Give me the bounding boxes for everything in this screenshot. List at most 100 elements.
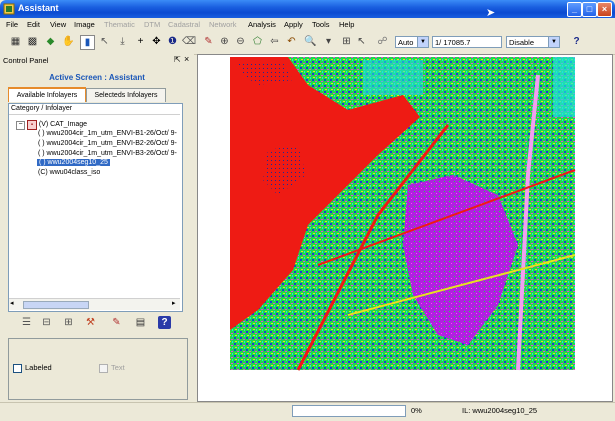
undo-icon[interactable]: ↶ bbox=[285, 35, 298, 48]
maximize-button[interactable]: □ bbox=[582, 2, 597, 17]
tools-icon[interactable]: ⚒ bbox=[84, 316, 97, 329]
zoom-out-icon[interactable]: ⊖ bbox=[234, 35, 247, 48]
scroll-left-icon[interactable]: ◂ bbox=[10, 299, 14, 307]
chart-icon[interactable]: ▮ bbox=[80, 35, 95, 50]
horizontal-scrollbar[interactable]: ◂ ▸ bbox=[9, 298, 180, 310]
tree-item[interactable]: ( ) wwu2004cir_1m_utm_ENVI-B2-26/Oct/ 9- bbox=[38, 140, 177, 147]
panel-toolbar: ☰ ⊟ ⊞ ⚒ ✎ ▤ ? bbox=[8, 316, 188, 332]
back-arrow-icon[interactable]: ⇦ bbox=[268, 35, 281, 48]
close-button[interactable]: × bbox=[597, 2, 612, 17]
collapse-icon[interactable]: − bbox=[16, 121, 25, 130]
help-icon[interactable]: ? bbox=[158, 316, 171, 329]
menu-thematic[interactable]: Thematic bbox=[104, 20, 135, 29]
tab-selected-infolayers[interactable]: Selecteds Infolayers bbox=[86, 88, 166, 102]
layer-info: IL: wwu2004seg10_25 bbox=[462, 406, 538, 415]
state-select-value: Disable bbox=[509, 38, 535, 47]
state-select[interactable]: Disable ▼ bbox=[506, 36, 560, 48]
polygon-icon[interactable]: ⬠ bbox=[251, 35, 264, 48]
table-icon[interactable]: ⊟ bbox=[40, 316, 53, 329]
tree-item[interactable]: − ▪ (V) CAT_Image bbox=[16, 120, 87, 130]
menu-help[interactable]: Help bbox=[339, 20, 354, 29]
tree-item-selected[interactable]: ( ) wwu2004seg10_25 bbox=[37, 159, 110, 166]
panel-close-icon[interactable]: × bbox=[184, 54, 189, 64]
tree-header-label: Category / Infolayer bbox=[11, 105, 73, 112]
cyan-region bbox=[363, 60, 423, 95]
grid-icon[interactable]: ▦ bbox=[9, 35, 22, 48]
menu-cadastral[interactable]: Cadastral bbox=[168, 20, 200, 29]
labeled-label: Labeled bbox=[25, 363, 52, 372]
menu-image[interactable]: Image bbox=[74, 20, 95, 29]
link-icon[interactable]: ☍ bbox=[376, 35, 389, 48]
menu-tools[interactable]: Tools bbox=[312, 20, 330, 29]
minimize-button[interactable]: _ bbox=[567, 2, 582, 17]
progress-text: 0% bbox=[411, 406, 422, 415]
map-margin bbox=[198, 388, 610, 400]
eraser-icon[interactable]: ⌫ bbox=[182, 35, 196, 48]
tree-item-label: ( ) wwu2004seg10_25 bbox=[39, 159, 108, 166]
tree-header: Category / Infolayer bbox=[9, 104, 180, 115]
menu-analysis[interactable]: Analysis bbox=[248, 20, 276, 29]
scale-value: 1/ 17085.7 bbox=[435, 38, 471, 47]
menu-file[interactable]: File bbox=[6, 20, 18, 29]
pointer-icon[interactable]: ↖ bbox=[355, 35, 368, 48]
scale-field[interactable]: 1/ 17085.7 bbox=[432, 36, 502, 48]
menu-network[interactable]: Network bbox=[209, 20, 237, 29]
leaf-icon[interactable]: ◆ bbox=[44, 35, 57, 48]
list-icon[interactable]: ☰ bbox=[20, 316, 33, 329]
scale-icon[interactable]: ⊞ bbox=[340, 35, 353, 48]
window-icon[interactable]: ▤ bbox=[134, 316, 147, 329]
hand-icon[interactable]: ✋ bbox=[62, 35, 75, 48]
zoom-in-icon[interactable]: ⊕ bbox=[218, 35, 231, 48]
mode-select[interactable]: Auto ▼ bbox=[395, 36, 429, 48]
cyan-region bbox=[553, 57, 575, 117]
info-icon[interactable]: ❶ bbox=[166, 35, 179, 48]
menu-bar: File Edit View Image Thematic DTM Cadast… bbox=[0, 18, 615, 32]
zoom-select-icon[interactable]: 🔍 bbox=[304, 35, 317, 48]
menu-apply[interactable]: Apply bbox=[284, 20, 303, 29]
scroll-right-icon[interactable]: ▸ bbox=[172, 299, 176, 307]
table-icon[interactable]: ▩ bbox=[26, 35, 39, 48]
text-checkbox[interactable] bbox=[99, 364, 108, 373]
app-icon bbox=[3, 3, 15, 15]
move-icon[interactable]: ✥ bbox=[150, 35, 163, 48]
crosshair-icon[interactable]: + bbox=[134, 35, 147, 48]
chevron-down-icon: ▼ bbox=[417, 37, 428, 47]
window-title: Assistant bbox=[18, 3, 59, 13]
map-view[interactable] bbox=[197, 54, 613, 402]
menu-dtm[interactable]: DTM bbox=[144, 20, 160, 29]
pin-icon[interactable]: ⇱ bbox=[174, 55, 181, 64]
tree-item[interactable]: ( ) wwu2004cir_1m_utm_ENVI-B1-26/Oct/ 9- bbox=[38, 130, 177, 137]
progress-bar bbox=[292, 405, 406, 417]
help-icon[interactable]: ? bbox=[570, 35, 583, 48]
download-icon[interactable]: ⤓ bbox=[116, 35, 129, 48]
pen-icon[interactable]: ✎ bbox=[110, 316, 123, 329]
chevron-down-icon: ▼ bbox=[548, 37, 559, 47]
dropdown-arrow-icon[interactable]: ▾ bbox=[322, 35, 335, 48]
mode-select-value: Auto bbox=[398, 38, 414, 47]
menu-view[interactable]: View bbox=[50, 20, 66, 29]
mouse-cursor-icon: ➤ bbox=[486, 7, 496, 19]
classified-image[interactable] bbox=[198, 55, 612, 401]
labeled-checkbox[interactable] bbox=[13, 364, 22, 373]
text-label: Text bbox=[111, 363, 125, 372]
main-toolbar: ▦ ▩ ◆ ✋ ▮ ↖ ⤓ + ✥ ❶ ⌫ ✎ ⊕ ⊖ ⬠ ⇦ ↶ 🔍 ▾ ⊞ … bbox=[0, 32, 615, 55]
title-bar: Assistant _ □ × bbox=[0, 0, 615, 18]
tab-available-infolayers[interactable]: Available Infolayers bbox=[8, 87, 86, 102]
active-screen-label: Active Screen : Assistant bbox=[49, 73, 145, 82]
tree-item-label: (C) wwu04class_iso bbox=[38, 169, 101, 176]
image-category-icon: ▪ bbox=[26, 120, 37, 130]
grid-edit-icon[interactable]: ⊞ bbox=[62, 316, 75, 329]
tree-item-label: ( ) wwu2004cir_1m_utm_ENVI-B2-26/Oct/ 9- bbox=[38, 140, 177, 147]
pen-icon[interactable]: ✎ bbox=[202, 35, 215, 48]
display-options: Labeled Text bbox=[8, 338, 188, 400]
tree-item-label: ( ) wwu2004cir_1m_utm_ENVI-B3-26/Oct/ 9- bbox=[38, 150, 177, 157]
control-panel-title: Control Panel bbox=[3, 56, 49, 65]
control-panel-header: Control Panel ⇱ × bbox=[0, 54, 194, 65]
tree-item[interactable]: (C) wwu04class_iso bbox=[38, 169, 100, 176]
tree-item-label: (V) CAT_Image bbox=[38, 121, 88, 128]
tree-item-label: ( ) wwu2004cir_1m_utm_ENVI-B1-26/Oct/ 9- bbox=[38, 130, 177, 137]
tree-item[interactable]: ( ) wwu2004cir_1m_utm_ENVI-B3-26/Oct/ 9- bbox=[38, 150, 177, 157]
menu-edit[interactable]: Edit bbox=[27, 20, 40, 29]
scroll-thumb[interactable] bbox=[23, 301, 89, 309]
cursor-icon[interactable]: ↖ bbox=[98, 35, 111, 48]
